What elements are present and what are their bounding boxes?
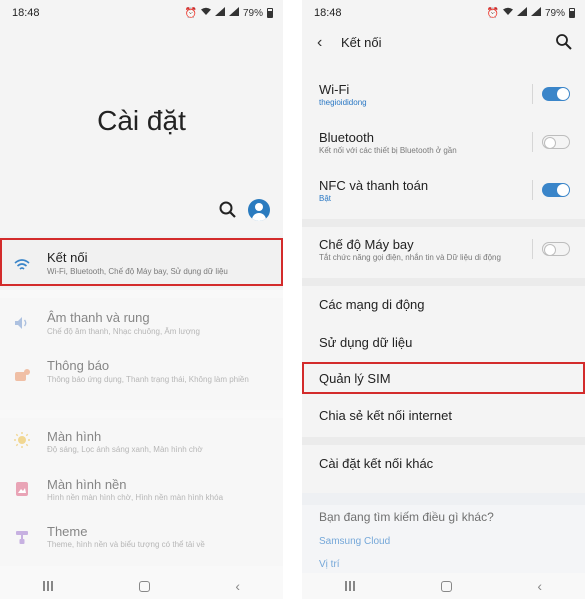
battery-percent: 79%	[242, 7, 263, 19]
settings-item-subtitle: Chế độ âm thanh, Nhạc chuông, Âm lượng	[47, 327, 200, 336]
settings-item-title: Kết nối	[47, 250, 88, 265]
battery-icon	[267, 8, 273, 18]
settings-screen: 18:48 ⏰ 79% Cài đặt Kết nối Wi-Fi, Bluet…	[0, 0, 283, 599]
alarm-icon: ⏰	[184, 7, 197, 19]
wifi-icon	[13, 256, 31, 274]
setting-row-title: Chia sẻ kết nối internet	[319, 408, 452, 423]
battery-icon	[569, 8, 575, 18]
setting-row-title: Quản lý SIM	[319, 371, 391, 386]
settings-item-title: Thông báo	[47, 358, 110, 373]
signal-2-icon	[530, 7, 541, 19]
settings-item-title: Màn hình	[47, 429, 102, 444]
settings-item-subtitle: Theme, hình nền và biểu tượng có thể tải…	[47, 540, 205, 549]
home-icon[interactable]	[138, 580, 150, 592]
wifi-status-icon	[200, 7, 211, 19]
status-time: 18:48	[314, 7, 342, 19]
back-icon[interactable]: ‹	[537, 578, 542, 594]
notification-icon	[13, 367, 31, 385]
signal-2-icon	[228, 7, 239, 19]
screenshot-composite: 18:48 ⏰ 79% Cài đặt Kết nối Wi-Fi, Bluet…	[0, 0, 585, 599]
signal-icon	[214, 7, 225, 19]
settings-item-title: Màn hình nền	[47, 477, 127, 492]
volume-icon	[13, 314, 31, 332]
setting-row-bluetooth[interactable]: Bluetooth Kết nối với các thiết bị Bluet…	[302, 124, 585, 164]
page-title: Kết nối	[341, 35, 382, 50]
setting-row-title: Cài đặt kết nối khác	[319, 456, 434, 471]
wifi-toggle[interactable]	[542, 87, 570, 101]
settings-item-subtitle: Hình nền màn hình chờ, Hình nền màn hình…	[47, 493, 224, 502]
setting-row-hotspot[interactable]: Chia sẻ kết nối internet	[302, 401, 585, 431]
nav-bar: ‹	[0, 573, 283, 599]
wallpaper-icon	[13, 480, 31, 498]
settings-item-subtitle: Wi-Fi, Bluetooth, Chế độ Máy bay, Sử dụn…	[47, 267, 228, 276]
recent-apps-icon[interactable]	[42, 581, 53, 591]
row-divider	[532, 84, 533, 104]
status-icons: ⏰ 79%	[487, 7, 575, 19]
setting-row-data-usage[interactable]: Sử dụng dữ liệu	[302, 328, 585, 358]
back-arrow-icon[interactable]: ‹	[317, 34, 322, 52]
settings-item-sound[interactable]: Âm thanh và rung Chế độ âm thanh, Nhạc c…	[0, 306, 283, 346]
settings-item-connections[interactable]: Kết nối Wi-Fi, Bluetooth, Chế độ Máy bay…	[0, 240, 283, 284]
app-bar: ‹ Kết nối	[302, 30, 585, 56]
nav-bar: ‹	[302, 573, 585, 599]
row-divider	[532, 132, 533, 152]
setting-row-title: Bluetooth	[319, 130, 374, 145]
setting-row-wifi[interactable]: Wi-Fi thegioididong	[302, 76, 585, 116]
theme-icon	[13, 528, 31, 546]
setting-row-sim-manager[interactable]: Quản lý SIM	[302, 363, 585, 393]
section-separator	[302, 437, 585, 445]
row-divider	[532, 180, 533, 200]
page-title: Cài đặt	[97, 105, 186, 136]
settings-item-subtitle: Độ sáng, Lọc ánh sáng xanh, Màn hình chờ	[47, 445, 203, 454]
row-divider	[532, 239, 533, 259]
setting-row-airplane-mode[interactable]: Chế độ Máy bay Tắt chức năng gọi điện, n…	[302, 231, 585, 271]
section-separator	[302, 219, 585, 227]
status-bar: 18:48 ⏰ 79%	[0, 0, 283, 26]
alarm-icon: ⏰	[486, 7, 499, 19]
setting-row-mobile-networks[interactable]: Các mạng di động	[302, 290, 585, 320]
setting-row-title: NFC và thanh toán	[319, 178, 429, 193]
setting-row-title: Sử dụng dữ liệu	[319, 335, 413, 350]
profile-avatar-icon[interactable]	[248, 199, 270, 221]
setting-row-subtitle: thegioididong	[319, 98, 367, 107]
setting-row-title: Chế độ Máy bay	[319, 237, 414, 252]
suggestion-card: Bạn đang tìm kiếm điều gì khác? Samsung …	[302, 493, 585, 573]
setting-row-more-connections[interactable]: Cài đặt kết nối khác	[302, 449, 585, 479]
suggestion-link-samsung-cloud[interactable]: Samsung Cloud	[319, 536, 390, 547]
setting-row-subtitle: Tắt chức năng gọi điện, nhắn tin và Dữ l…	[319, 253, 501, 262]
setting-row-title: Các mạng di động	[319, 297, 425, 312]
wifi-status-icon	[502, 7, 513, 19]
signal-icon	[516, 7, 527, 19]
home-icon[interactable]	[440, 580, 452, 592]
setting-row-nfc[interactable]: NFC và thanh toán Bật	[302, 172, 585, 212]
bluetooth-toggle[interactable]	[542, 135, 570, 149]
suggestion-link-location[interactable]: Vị trí	[319, 559, 340, 570]
setting-row-title: Wi-Fi	[319, 82, 350, 97]
recent-apps-icon[interactable]	[344, 581, 355, 591]
section-separator	[302, 278, 585, 286]
settings-item-wallpaper[interactable]: Màn hình nền Hình nền màn hình chờ, Hình…	[0, 474, 283, 514]
settings-item-display[interactable]: Màn hình Độ sáng, Lọc ánh sáng xanh, Màn…	[0, 426, 283, 466]
battery-percent: 79%	[544, 7, 565, 19]
settings-item-notifications[interactable]: Thông báo Thông báo ứng dụng, Thanh trạn…	[0, 354, 283, 402]
settings-item-theme[interactable]: Theme Theme, hình nền và biểu tượng có t…	[0, 522, 283, 562]
brightness-icon	[13, 431, 31, 449]
back-icon[interactable]: ‹	[235, 578, 240, 594]
nfc-toggle[interactable]	[542, 183, 570, 197]
setting-row-subtitle: Kết nối với các thiết bị Bluetooth ở gần	[319, 146, 457, 155]
airplane-toggle[interactable]	[542, 242, 570, 256]
status-bar: 18:48 ⏰ 79%	[302, 0, 585, 26]
suggestion-title: Bạn đang tìm kiếm điều gì khác?	[319, 510, 494, 524]
setting-row-subtitle: Bật	[319, 194, 332, 203]
connections-screen: 18:48 ⏰ 79% ‹ Kết nối Wi-Fi thegioididon…	[302, 0, 585, 599]
status-time: 18:48	[12, 7, 40, 19]
settings-item-title: Âm thanh và rung	[47, 310, 150, 325]
status-icons: ⏰ 79%	[185, 7, 273, 19]
settings-item-title: Theme	[47, 524, 88, 539]
screen-gap	[283, 0, 302, 599]
settings-item-subtitle: Thông báo ứng dụng, Thanh trạng thái, Kh…	[47, 375, 249, 384]
search-icon[interactable]	[555, 33, 573, 51]
search-icon[interactable]	[218, 200, 238, 220]
